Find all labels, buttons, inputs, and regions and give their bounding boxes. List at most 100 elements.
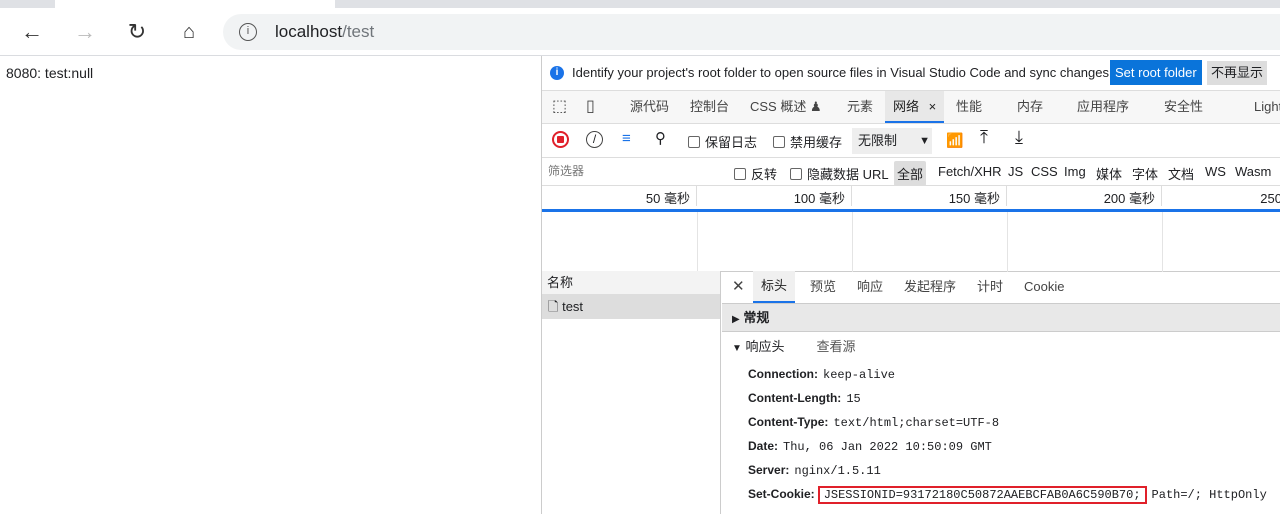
- tab-css-overview[interactable]: CSS 概述 ♟: [750, 91, 822, 123]
- browser-toolbar: ← → ↻ ⌂ i localhost/test: [0, 8, 1280, 56]
- chevron-down-icon: ▼: [919, 135, 930, 147]
- filter-font[interactable]: 字体: [1132, 164, 1158, 183]
- tab-security[interactable]: 安全性: [1164, 91, 1203, 123]
- tab-strip: [0, 0, 1280, 8]
- header-row: Date: Thu, 06 Jan 2022 10:50:09 GMT: [722, 434, 1280, 458]
- filter-input[interactable]: 筛选器: [545, 161, 720, 181]
- header-value: keep-alive: [823, 368, 896, 382]
- header-key: Content-Type:: [748, 415, 829, 429]
- tab-timing[interactable]: 计时: [977, 271, 1003, 303]
- tab-network[interactable]: 网络 ×: [885, 91, 945, 123]
- tab-preview[interactable]: 预览: [810, 271, 836, 303]
- home-icon[interactable]: ⌂: [175, 18, 203, 46]
- filter-all[interactable]: 全部: [894, 161, 927, 186]
- infobar: i Identify your project's root folder to…: [542, 56, 1280, 91]
- header-value: nginx/1.5.11: [794, 464, 881, 478]
- tab-lighthouse[interactable]: Lighthouse: [1254, 91, 1280, 123]
- header-value: 15: [846, 392, 861, 406]
- header-key: Date:: [748, 439, 779, 453]
- clear-icon[interactable]: /: [586, 131, 603, 148]
- timeline-tick: 100 毫秒: [697, 186, 852, 206]
- filter-bar: 筛选器 反转 隐藏数据 URL 全部 Fetch/XHR JS CSS Img …: [542, 158, 1280, 186]
- reload-icon[interactable]: ↻: [123, 18, 151, 46]
- timeline-header: 50 毫秒 100 毫秒 150 毫秒 200 毫秒 250: [542, 186, 1280, 212]
- tab-performance[interactable]: 性能: [956, 91, 982, 123]
- export-har-icon[interactable]: ⤓: [1015, 127, 1023, 148]
- highlighted-cookie-value: JSESSIONID=93172180C50872AAEBCFAB0A6C590…: [817, 486, 1147, 504]
- header-row: Connection: keep-alive: [722, 362, 1280, 386]
- back-icon[interactable]: ←: [18, 18, 46, 46]
- request-row[interactable]: 🗋 test: [542, 295, 720, 319]
- tab-elements[interactable]: 元素: [847, 91, 873, 123]
- close-icon[interactable]: ✕: [732, 271, 745, 303]
- close-icon[interactable]: ×: [929, 99, 937, 114]
- preserve-log-checkbox[interactable]: 保留日志: [688, 132, 757, 151]
- tab-console[interactable]: 控制台: [690, 91, 729, 123]
- record-icon[interactable]: [552, 131, 569, 148]
- name-column-header[interactable]: 名称: [542, 271, 720, 295]
- tab-initiator[interactable]: 发起程序: [904, 271, 956, 303]
- info-icon: i: [550, 66, 564, 80]
- preserve-log-label: 保留日志: [705, 135, 758, 150]
- header-row: Content-Type: text/html;charset=UTF-8: [722, 410, 1280, 434]
- hide-data-url-label: 隐藏数据 URL: [807, 167, 889, 182]
- request-name: test: [562, 299, 584, 314]
- triangle-down-icon: ▼: [732, 343, 742, 354]
- import-har-icon[interactable]: ⤒: [980, 127, 988, 148]
- filter-fetch-xhr[interactable]: Fetch/XHR: [938, 164, 1002, 179]
- tab-memory[interactable]: 内存: [1017, 91, 1043, 123]
- response-headers-label: 响应头: [745, 339, 785, 354]
- invert-label: 反转: [751, 167, 778, 182]
- disable-cache-checkbox[interactable]: 禁用缓存: [773, 132, 842, 151]
- network-conditions-icon[interactable]: 📶: [946, 132, 963, 149]
- filter-ws[interactable]: WS: [1205, 164, 1226, 179]
- timeline-tick: 50 毫秒: [542, 186, 697, 206]
- tab-headers[interactable]: 标头: [753, 271, 796, 303]
- filter-css[interactable]: CSS: [1031, 164, 1058, 179]
- filter-doc[interactable]: 文档: [1168, 164, 1194, 183]
- devtools-panel: i Identify your project's root folder to…: [541, 56, 1280, 514]
- general-section[interactable]: ▶ 常规: [722, 304, 1280, 332]
- dont-show-again-button[interactable]: 不再显示: [1207, 61, 1268, 85]
- address-bar[interactable]: i localhost/test: [223, 14, 1280, 50]
- devtools-tabs: ⬚ ▯ 源代码 控制台 CSS 概述 ♟ 元素 网络 × 性能 内存 应用程序 …: [542, 91, 1280, 124]
- filter-js[interactable]: JS: [1008, 164, 1023, 179]
- search-icon[interactable]: ⚲: [655, 129, 666, 147]
- invert-checkbox[interactable]: 反转: [734, 164, 777, 183]
- tab-cookies[interactable]: Cookie: [1024, 271, 1064, 303]
- timeline-tick: 150 毫秒: [852, 186, 1007, 206]
- hide-data-url-checkbox[interactable]: 隐藏数据 URL: [790, 164, 889, 183]
- filter-icon[interactable]: ≡: [622, 130, 631, 147]
- header-row: Server: nginx/1.5.11: [722, 458, 1280, 482]
- header-row: Set-Cookie: JSESSIONID=93172180C50872AAEB…: [722, 482, 1280, 506]
- general-label: 常规: [743, 310, 770, 325]
- info-icon[interactable]: i: [239, 23, 257, 41]
- header-value: Thu, 06 Jan 2022 10:50:09 GMT: [783, 440, 992, 454]
- set-root-folder-button[interactable]: Set root folder: [1110, 60, 1202, 85]
- document-icon: 🗋: [548, 299, 559, 314]
- tab-response[interactable]: 响应: [857, 271, 883, 303]
- tab-sources[interactable]: 源代码: [630, 91, 669, 123]
- infobar-message: Identify your project's root folder to o…: [572, 65, 1113, 80]
- filter-media[interactable]: 媒体: [1096, 164, 1122, 183]
- header-key: Server:: [748, 463, 790, 477]
- forward-icon[interactable]: →: [71, 18, 99, 46]
- active-tab[interactable]: [55, 0, 335, 8]
- tab-application[interactable]: 应用程序: [1077, 91, 1129, 123]
- network-controls: / ≡ ⚲ 保留日志 禁用缓存 无限制 ▼ 📶 ⤒ ⤓: [542, 124, 1280, 158]
- filter-img[interactable]: Img: [1064, 164, 1086, 179]
- device-toolbar-icon[interactable]: ▯: [586, 91, 595, 123]
- timeline-overview[interactable]: [542, 212, 1280, 272]
- header-value-extra: Path=/; HttpOnly: [1151, 488, 1267, 502]
- response-headers-section[interactable]: ▼ 响应头 查看源: [722, 332, 1280, 362]
- header-value: text/html;charset=UTF-8: [833, 416, 1000, 430]
- request-details: ✕ 标头 预览 响应 发起程序 计时 Cookie ▶ 常规 ▼ 响应头 查看源 …: [722, 271, 1280, 514]
- header-key: Connection:: [748, 367, 818, 381]
- view-source-link[interactable]: 查看源: [817, 339, 856, 354]
- throttle-select[interactable]: 无限制 ▼: [852, 128, 932, 154]
- filter-wasm[interactable]: Wasm: [1235, 164, 1271, 179]
- header-row: Content-Length: 15: [722, 386, 1280, 410]
- inspect-icon[interactable]: ⬚: [552, 91, 567, 123]
- header-key: Set-Cookie:: [748, 487, 815, 501]
- url-host: localhost: [275, 22, 343, 41]
